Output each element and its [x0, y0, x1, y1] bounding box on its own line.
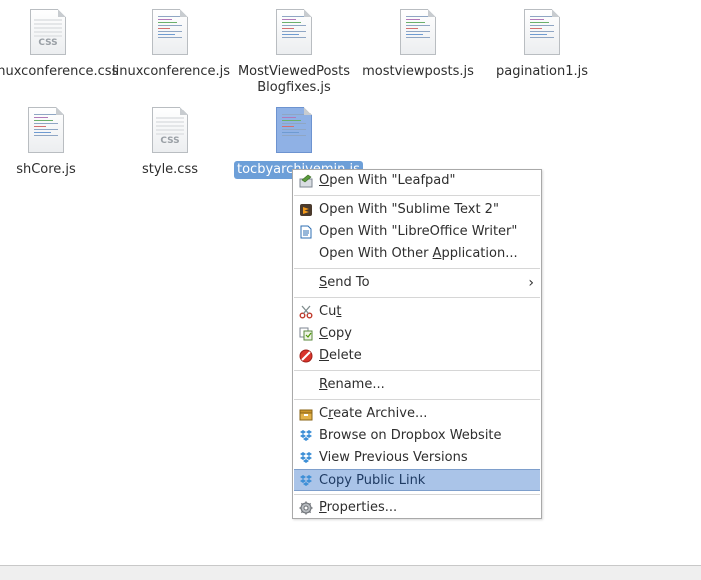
file-name: mostviewposts.js: [362, 64, 474, 79]
menu-item-open-with-other-application[interactable]: Open With Other Application...: [294, 243, 540, 265]
js-file-icon: [400, 9, 436, 55]
menu-item-open-with-leafpad[interactable]: Open With "Leafpad": [294, 170, 540, 192]
menu-item-copy-public-link[interactable]: Copy Public Link: [294, 469, 540, 491]
libreoffice-writer-icon: [300, 225, 312, 239]
menu-item-properties[interactable]: Properties...: [294, 497, 540, 519]
leafpad-icon: [299, 174, 313, 188]
file-item[interactable]: MostViewedPosts Blogfixes.js: [234, 9, 354, 97]
file-item[interactable]: CSS style.css: [110, 107, 230, 179]
scissors-icon: [299, 305, 313, 319]
file-item[interactable]: shCore.js: [0, 107, 106, 179]
js-file-icon: [28, 107, 64, 153]
copy-icon: [299, 327, 313, 341]
js-file-icon: [276, 9, 312, 55]
menu-separator: [294, 297, 540, 298]
menu-separator: [294, 268, 540, 269]
file-name: style.css: [142, 162, 198, 177]
menu-separator: [294, 370, 540, 371]
menu-separator: [294, 195, 540, 196]
file-name: MostViewedPosts Blogfixes.js: [237, 64, 351, 95]
js-file-icon: [524, 9, 560, 55]
dropbox-icon: [300, 430, 312, 441]
file-name: linuxconference.js: [112, 64, 231, 79]
context-menu: Open With "Leafpad" Open With "Sublime T…: [292, 169, 542, 519]
file-name: shCore.js: [16, 162, 76, 177]
js-file-icon: [276, 107, 312, 153]
file-item[interactable]: linuxconference.js: [110, 9, 230, 81]
menu-item-view-previous-versions[interactable]: View Previous Versions: [294, 447, 540, 469]
file-item[interactable]: CSS linuxconference.css: [0, 9, 118, 81]
menu-item-browse-on-dropbox-website[interactable]: Browse on Dropbox Website: [294, 425, 540, 447]
css-file-icon: CSS: [30, 9, 66, 55]
menu-item-create-archive[interactable]: Create Archive...: [294, 403, 540, 425]
menu-separator: [294, 399, 540, 400]
menu-item-rename[interactable]: Rename...: [294, 374, 540, 396]
file-item[interactable]: mostviewposts.js: [358, 9, 478, 81]
file-item[interactable]: pagination1.js: [482, 9, 602, 81]
menu-item-send-to[interactable]: Send To ›: [294, 272, 540, 294]
css-file-icon: CSS: [152, 107, 188, 153]
menu-item-cut[interactable]: Cut: [294, 301, 540, 323]
status-bar: [0, 565, 701, 580]
js-file-icon: [152, 9, 188, 55]
menu-item-delete[interactable]: Delete: [294, 345, 540, 367]
menu-item-open-with-libreoffice-writer[interactable]: Open With "LibreOffice Writer": [294, 221, 540, 243]
menu-item-open-with-sublime[interactable]: Open With "Sublime Text 2": [294, 199, 540, 221]
file-name: linuxconference.css: [0, 64, 119, 79]
submenu-arrow-icon: ›: [528, 275, 534, 291]
delete-icon: [299, 349, 313, 363]
sublime-icon: [300, 204, 312, 216]
archive-icon: [299, 409, 313, 421]
menu-separator: [294, 494, 540, 495]
properties-icon: [299, 501, 313, 515]
dropbox-icon: [300, 452, 312, 463]
dropbox-icon: [300, 475, 312, 486]
menu-item-copy[interactable]: Copy: [294, 323, 540, 345]
file-name: pagination1.js: [496, 64, 588, 79]
